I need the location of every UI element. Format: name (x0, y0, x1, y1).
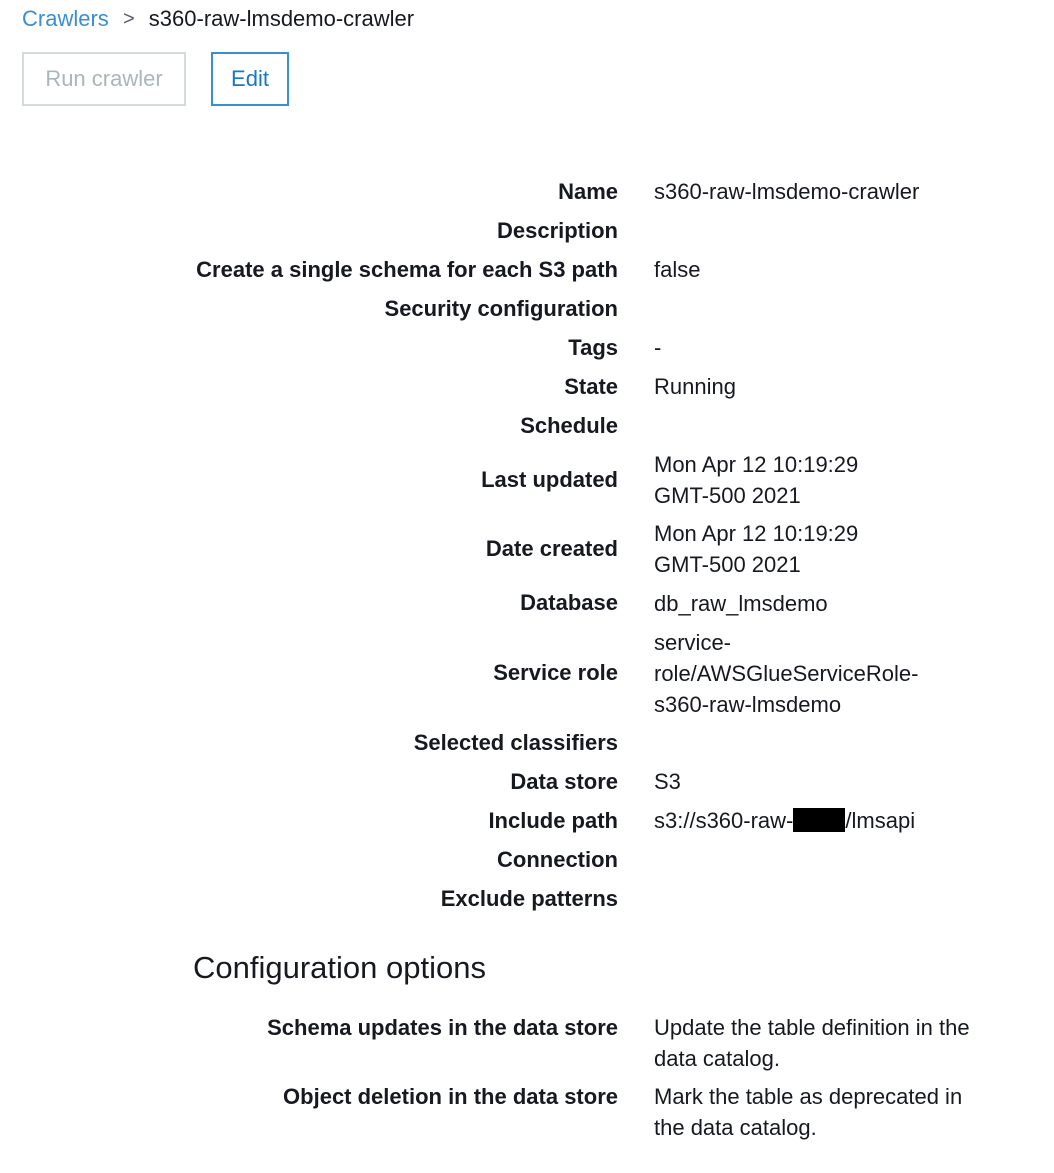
detail-row-single-schema: Create a single schema for each S3 path … (0, 250, 1054, 289)
detail-label: Schedule (520, 412, 618, 438)
breadcrumb-current: s360-raw-lmsdemo-crawler (148, 6, 415, 31)
detail-row-last-updated: Last updated Mon Apr 12 10:19:29 GMT-500… (0, 445, 1054, 514)
redaction-block (793, 808, 846, 832)
detail-value: Running (654, 374, 736, 399)
detail-row-selected-classifiers: Selected classifiers (0, 723, 1054, 762)
detail-label: State (564, 373, 618, 399)
detail-row-data-store: Data store S3 (0, 762, 1054, 801)
detail-label: Connection (497, 846, 618, 872)
detail-label: Description (496, 217, 618, 243)
detail-value: s3://s360-raw- /lmsapi (654, 805, 974, 836)
detail-value: - (654, 335, 662, 360)
detail-value: Mon Apr 12 10:19:29 GMT-500 2021 (654, 451, 859, 508)
detail-label: Include path (488, 807, 618, 833)
edit-button[interactable]: Edit (211, 52, 289, 106)
detail-label: Exclude patterns (440, 885, 618, 911)
breadcrumb-link-crawlers[interactable]: Crawlers (22, 5, 109, 33)
detail-row-state: State Running (0, 367, 1054, 406)
crawler-details: Name s360-raw-lmsdemo-crawler Descriptio… (0, 172, 1054, 918)
detail-row-service-role: Service role service-role/AWSGlueService… (0, 623, 1054, 723)
detail-value: S3 (654, 769, 681, 794)
detail-label: Name (558, 178, 618, 204)
detail-label: Last updated (481, 466, 618, 492)
config-value: Mark the table as deprecated in the data… (654, 1084, 963, 1140)
config-label: Object deletion in the data store (283, 1084, 618, 1109)
detail-row-description: Description (0, 211, 1054, 250)
include-path-prefix: s3://s360-raw- (654, 808, 794, 833)
detail-row-date-created: Date created Mon Apr 12 10:19:29 GMT-500… (0, 514, 1054, 583)
detail-row-security-configuration: Security configuration (0, 289, 1054, 328)
detail-row-include-path: Include path s3://s360-raw- /lmsapi (0, 801, 1054, 840)
detail-label: Date created (485, 535, 618, 561)
include-path-suffix: /lmsapi (845, 808, 916, 833)
detail-row-tags: Tags - (0, 328, 1054, 367)
detail-row-database: Database db_raw_lmsdemo (0, 583, 1054, 623)
detail-value: db_raw_lmsdemo (654, 590, 828, 616)
configuration-options: Schema updates in the data store Update … (0, 1012, 1054, 1150)
detail-label: Data store (510, 768, 618, 794)
detail-label: Security configuration (384, 295, 618, 321)
detail-label: Database (520, 590, 618, 615)
detail-row-exclude-patterns: Exclude patterns (0, 879, 1054, 918)
configuration-options-heading: Configuration options (193, 950, 486, 985)
detail-value: service-role/AWSGlueServiceRole-s360-raw… (654, 629, 919, 717)
detail-label: Service role (493, 660, 618, 685)
detail-row-name: Name s360-raw-lmsdemo-crawler (0, 172, 1054, 211)
detail-value: false (654, 257, 701, 282)
chevron-right-icon: > (122, 8, 135, 30)
breadcrumb: Crawlers > s360-raw-lmsdemo-crawler (22, 5, 414, 33)
detail-label: Selected classifiers (413, 729, 618, 755)
detail-value: Mon Apr 12 10:19:29 GMT-500 2021 (654, 520, 859, 577)
detail-row-schedule: Schedule (0, 406, 1054, 445)
config-value: Update the table definition in the data … (654, 1015, 970, 1071)
detail-label: Tags (568, 334, 618, 360)
config-row-schema-updates: Schema updates in the data store Update … (0, 1012, 1054, 1081)
detail-label: Create a single schema for each S3 path (196, 256, 618, 282)
detail-value: s360-raw-lmsdemo-crawler (654, 179, 920, 204)
config-row-object-deletion: Object deletion in the data store Mark t… (0, 1081, 1054, 1150)
config-label: Schema updates in the data store (267, 1015, 618, 1040)
run-crawler-button[interactable]: Run crawler (22, 52, 186, 106)
detail-row-connection: Connection (0, 840, 1054, 879)
